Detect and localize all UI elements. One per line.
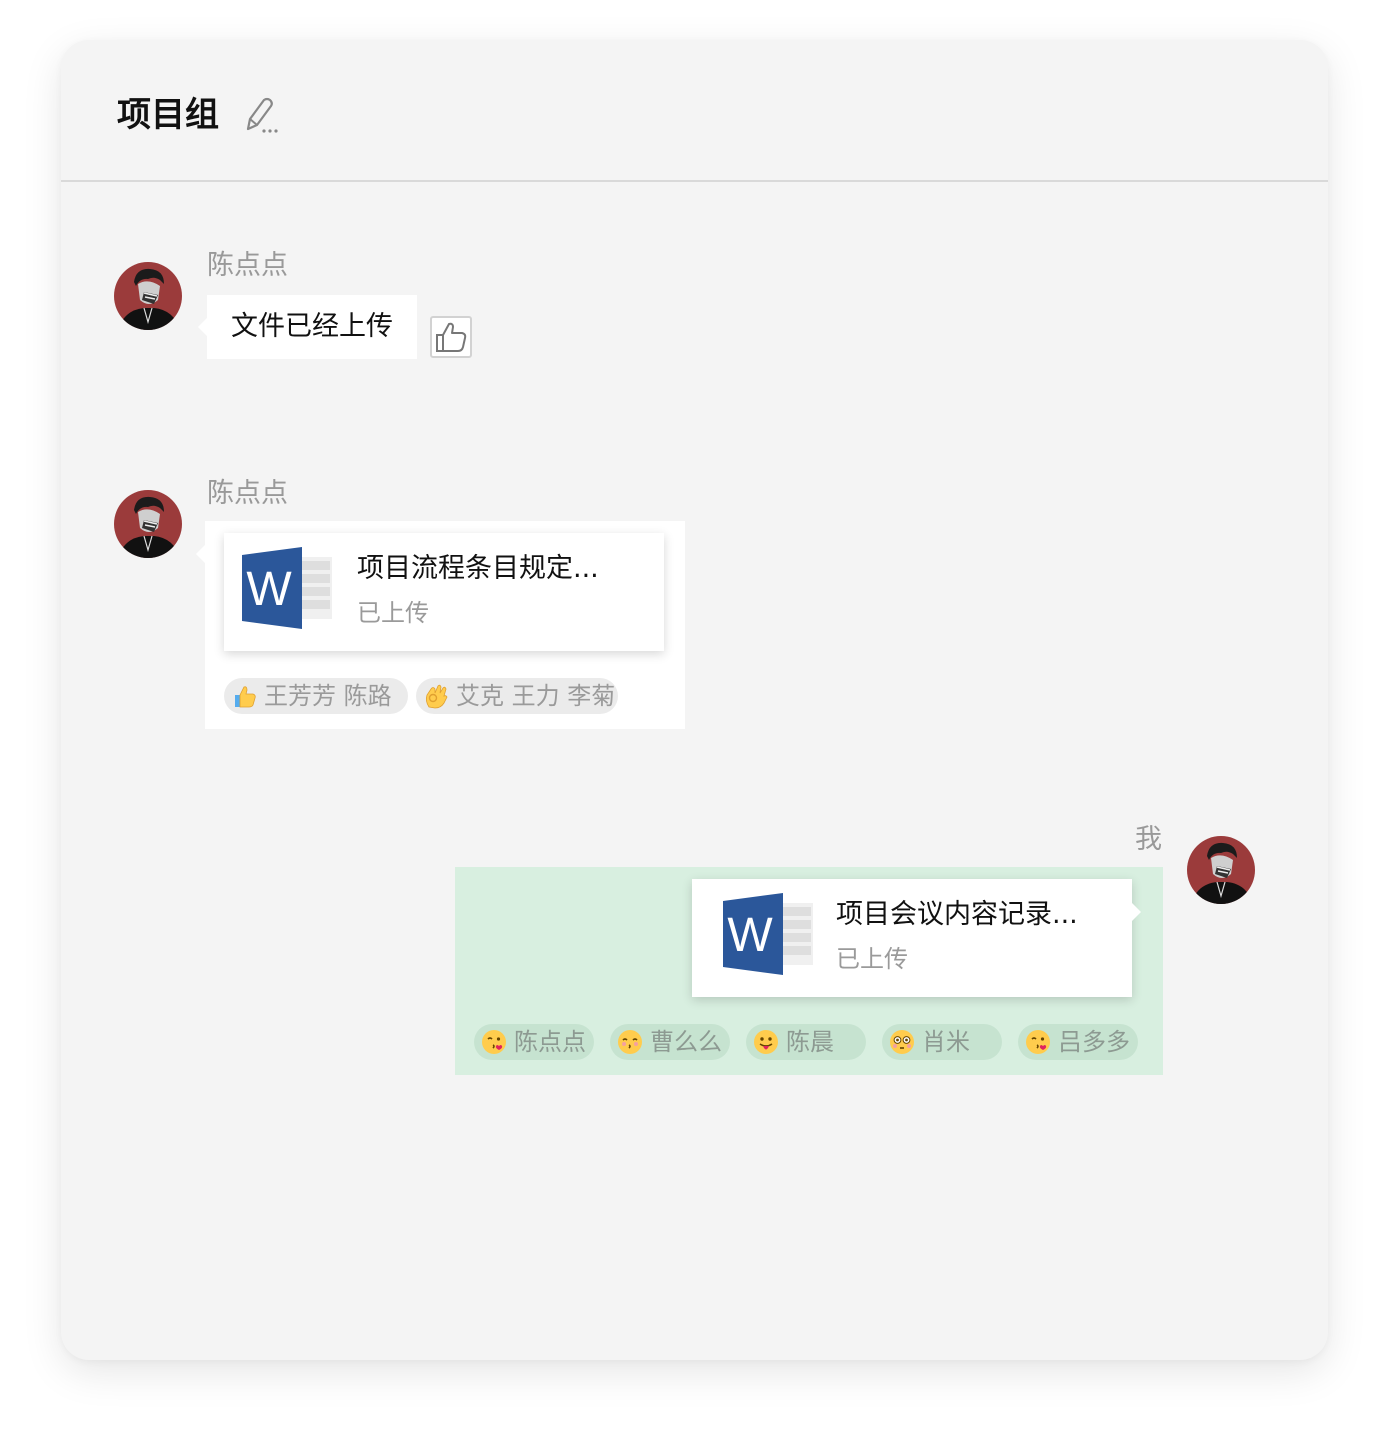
reaction-chip[interactable]: 陈点点 [474,1024,594,1060]
reaction-chip[interactable]: 肖米 [882,1024,1002,1060]
ok-hand-emoji-icon [423,683,449,709]
reaction-chip[interactable]: 吕多多 [1018,1024,1138,1060]
word-document-icon [242,547,334,629]
kissing-face-emoji-icon [481,1029,507,1055]
thumbs-up-emoji-icon [231,683,257,709]
reaction-chip[interactable]: 王芳芳 陈路 [224,678,408,714]
kissing-closed-eyes-emoji-icon [617,1029,643,1055]
reaction-users: 王芳芳 陈路 [264,682,392,710]
bubble-arrow [196,545,205,563]
reaction-users: 艾克 王力 李菊 [456,682,616,710]
pencil-edit-icon[interactable] [243,96,283,136]
sender-name: 陈点点 [207,250,288,281]
file-name: 项目会议内容记录... [836,899,1078,930]
tongue-out-emoji-icon [753,1029,779,1055]
chat-header: 项目组 [61,40,1328,182]
thumbs-up-icon [436,322,467,352]
flushed-face-emoji-icon [889,1029,915,1055]
bubble-arrow [1132,903,1141,921]
avatar[interactable] [114,262,182,330]
group-title: 项目组 [117,95,219,135]
message-text-bubble[interactable]: 文件已经上传 [198,295,417,359]
file-card[interactable]: 项目流程条目规定... 已上传 [224,533,664,651]
file-status: 已上传 [836,945,908,973]
chat-window: 项目组 陈点点 文件已经上传 陈点点 项目流程条目规定... 已上传 王芳芳 陈… [61,40,1328,1360]
file-name: 项目流程条目规定... [357,553,599,584]
word-document-icon [723,893,815,975]
reaction-chip[interactable]: 曹么么 [610,1024,730,1060]
like-button[interactable] [430,316,472,358]
reaction-users: 陈点点 [514,1028,586,1056]
file-message-bubble: 项目会议内容记录... 已上传 陈点点 曹么么 陈晨 肖米 吕多多 [455,867,1163,1075]
reaction-users: 肖米 [922,1028,970,1056]
file-message-bubble: 项目流程条目规定... 已上传 王芳芳 陈路 艾克 王力 李菊 [196,521,685,729]
file-card[interactable]: 项目会议内容记录... 已上传 [692,879,1141,997]
reaction-chip[interactable]: 陈晨 [746,1024,866,1060]
file-status: 已上传 [357,599,429,627]
kissing-face-emoji-icon [1025,1029,1051,1055]
reaction-chip[interactable]: 艾克 王力 李菊 [416,678,618,714]
sender-name: 陈点点 [207,478,288,509]
sender-name: 我 [1135,824,1162,855]
avatar[interactable] [1187,836,1255,904]
reaction-users: 曹么么 [650,1028,722,1056]
reaction-users: 陈晨 [786,1028,834,1056]
avatar[interactable] [114,490,182,558]
reaction-users: 吕多多 [1058,1028,1130,1056]
